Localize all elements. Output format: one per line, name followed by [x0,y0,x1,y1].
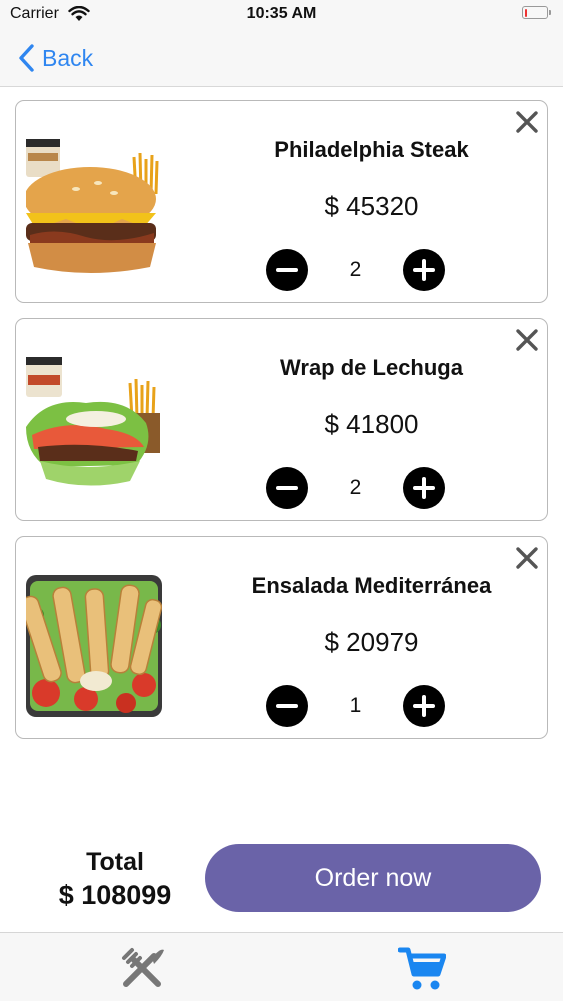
item-price: $ 45320 [324,191,419,221]
remove-item-button[interactable] [515,328,539,352]
back-button[interactable]: Back [16,42,93,74]
quantity-stepper: 1 [266,685,445,727]
total-label: Total [86,848,144,876]
item-price: $ 20979 [324,627,419,657]
item-name: Wrap de Lechuga [280,355,463,380]
fork-knife-icon [122,948,164,987]
close-icon [516,547,538,569]
item-quantity: 2 [349,476,362,499]
item-quantity: 2 [349,258,362,281]
navigation-bar: Back [0,30,563,87]
burger-image [26,139,159,273]
decrease-quantity-button[interactable] [266,249,308,291]
battery-icon [522,6,551,19]
lettuce-wrap-image [26,357,160,486]
item-price: $ 41800 [324,409,419,439]
decrease-quantity-button[interactable] [266,685,308,727]
cart-item: Wrap de Lechuga $ 41800 2 [15,318,548,521]
back-label: Back [42,44,94,71]
total-value: $ 108099 [58,880,172,910]
cart-icon [398,947,446,990]
decrease-quantity-button[interactable] [266,467,308,509]
remove-item-button[interactable] [515,110,539,134]
minus-icon [276,268,298,272]
item-quantity: 1 [349,694,362,717]
increase-quantity-button[interactable] [403,467,445,509]
item-name: Ensalada Mediterránea [251,573,492,598]
order-total: Total $ 108099 [40,846,190,912]
tab-bar [0,932,563,1001]
quantity-stepper: 2 [266,467,445,509]
minus-icon [276,704,298,708]
tab-menu[interactable] [0,933,281,1001]
status-bar: Carrier 10:35 AM [0,0,563,30]
item-name: Philadelphia Steak [274,137,469,162]
close-icon [516,329,538,351]
increase-quantity-button[interactable] [403,249,445,291]
chevron-left-icon [19,44,34,72]
salad-image [26,575,162,717]
quantity-stepper: 2 [266,249,445,291]
cart-item: Philadelphia Steak $ 45320 2 [15,100,548,303]
order-now-button[interactable]: Order now [205,844,541,912]
increase-quantity-button[interactable] [403,685,445,727]
minus-icon [276,486,298,490]
tab-cart[interactable] [281,933,562,1001]
clock: 10:35 AM [246,5,317,22]
remove-item-button[interactable] [515,546,539,570]
cart-item: Ensalada Mediterránea $ 20979 1 [15,536,548,739]
close-icon [516,111,538,133]
